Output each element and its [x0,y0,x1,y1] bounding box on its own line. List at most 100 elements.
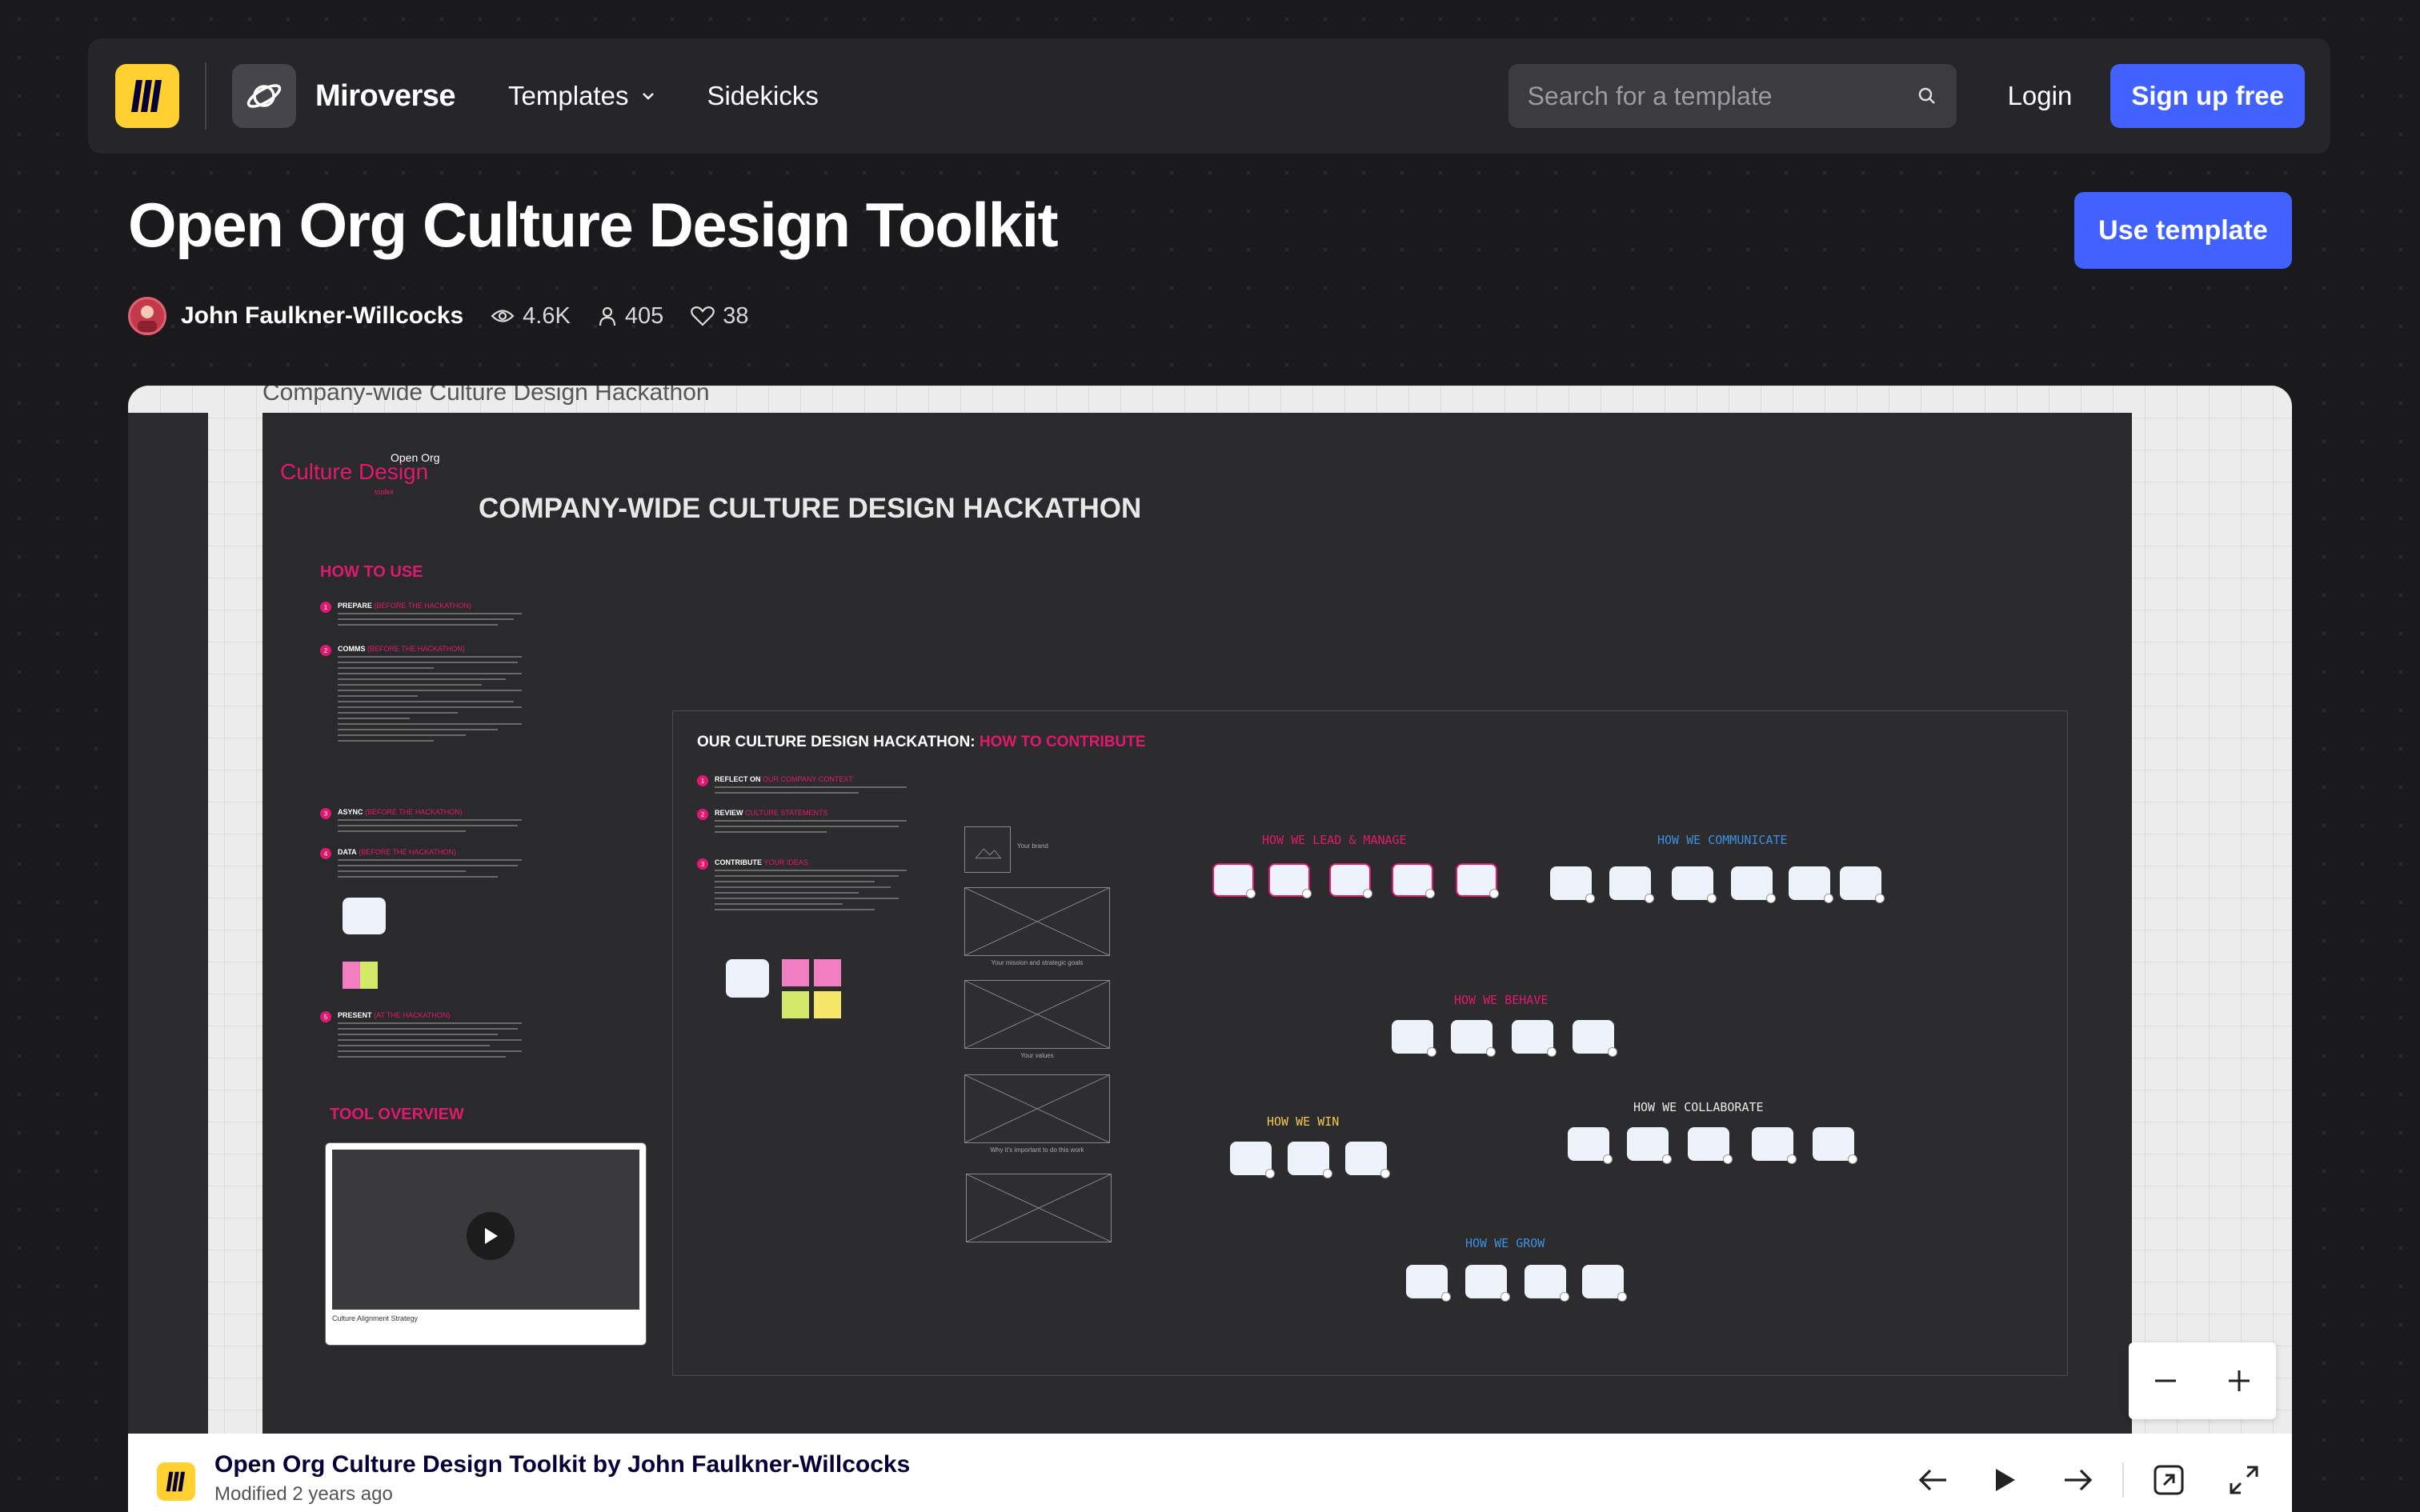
sticky-note[interactable] [1752,1127,1797,1164]
hackathon-frame[interactable]: Open Org Culture Design toolkit COMPANY-… [262,413,2132,1434]
contribute-title-hl: HOW TO CONTRIBUTE [979,734,1146,750]
extra-placeholder [966,1174,1112,1242]
sidekicks-link[interactable]: Sidekicks [707,81,818,111]
sticky-note[interactable] [1813,1127,1857,1164]
miro-logo-icon[interactable] [115,64,179,128]
sticky-note[interactable] [1329,863,1372,898]
step-highlight: YOUR IDEAS [763,858,808,866]
play-icon[interactable] [1993,1466,2018,1494]
sticky-note[interactable] [1840,866,1885,903]
sticky-note[interactable] [1456,863,1499,898]
board-preview[interactable]: Company-wide Culture Design Hackathon Op… [128,386,2292,1512]
sticky-note[interactable] [1465,1265,1510,1302]
author-name[interactable]: John Faulkner-Willcocks [181,302,463,330]
expand-icon[interactable] [2228,1464,2260,1496]
sticky-note[interactable] [1392,1020,1436,1057]
sticky-note[interactable] [1627,1127,1672,1164]
signup-button[interactable]: Sign up free [2110,64,2305,128]
heart-icon[interactable] [691,306,715,326]
brand-name[interactable]: Miroverse [315,79,456,114]
tool-overview-heading: TOOL OVERVIEW [330,1106,464,1123]
contribute-panel[interactable]: OUR CULTURE DESIGN HACKATHON: HOW TO CON… [672,710,2068,1376]
pink-sticky [814,959,841,986]
pink-sticky [782,959,809,986]
sidekicks-label: Sidekicks [707,81,819,110]
group-communicate-title: HOW WE COMMUNICATE [1657,833,1788,847]
footer-title: Open Org Culture Design Toolkit by John … [214,1451,911,1478]
step-highlight: (BEFORE THE HACKATHON) [365,808,463,816]
search-input[interactable] [1527,81,1896,111]
step-highlight: CULTURE STATEMENTS [745,809,828,817]
eye-icon [491,310,515,322]
avatar[interactable] [128,297,166,335]
likes-stat[interactable]: 38 [691,303,748,330]
step-number: 2 [320,645,331,656]
step-label: CONTRIBUTE [715,858,762,866]
template-meta: John Faulkner-Willcocks 4.6K 405 38 [128,296,748,336]
green-sticky [782,991,809,1018]
sticky-note[interactable] [1672,866,1717,903]
values-placeholder [964,980,1110,1049]
sticky-note[interactable] [1731,866,1776,903]
arrow-left-icon[interactable] [1917,1466,1949,1494]
group-grow-title: HOW WE GROW [1465,1236,1545,1250]
sticky-note[interactable] [1568,1127,1613,1164]
use-template-button[interactable]: Use template [2074,192,2292,269]
templates-label: Templates [508,81,629,110]
search-box[interactable] [1508,64,1957,128]
step-label: ASYNC [338,808,363,816]
step-5: 5 PRESENT (AT THE HACKATHON) [320,1011,536,1062]
step-highlight: OUR COMPANY CONTEXT [763,775,853,783]
sticky-note[interactable] [1525,1265,1569,1302]
sticky-note[interactable] [1406,1265,1451,1302]
example-stickies [343,962,378,989]
minus-icon[interactable] [2152,1367,2179,1394]
copies-count: 405 [624,302,664,329]
values-label: Your values [1020,1052,1054,1059]
sticky-note[interactable] [1789,866,1833,903]
board-footer: Open Org Culture Design Toolkit by John … [128,1434,2292,1512]
sticky-note[interactable] [1230,1142,1275,1178]
sticky-note[interactable] [1451,1020,1496,1057]
video-thumbnail [332,1150,639,1310]
step-label: COMMS [338,645,366,653]
board-frame-label: Company-wide Culture Design Hackathon [262,386,710,406]
video-embed[interactable]: Culture Alignment Strategy [325,1142,647,1346]
copies-stat: 405 [598,303,663,330]
step-highlight: (BEFORE THE HACKATHON) [374,602,472,610]
sticky-note[interactable] [1573,1020,1617,1057]
step-highlight: (AT THE HACKATHON) [374,1011,451,1019]
arrow-right-icon[interactable] [2061,1466,2093,1494]
sticky-note[interactable] [1268,863,1312,898]
sticky-note[interactable] [1212,863,1256,898]
sticky-note[interactable] [1609,866,1654,903]
external-link-icon[interactable] [2153,1464,2185,1496]
sticky-note[interactable] [1512,1020,1557,1057]
step-number: 1 [697,775,708,786]
step-label: REVIEW [715,809,743,817]
board-left-frame [128,413,208,1434]
step-label: REFLECT ON [715,775,761,783]
templates-menu[interactable]: Templates [508,81,657,111]
step-number: 3 [320,808,331,819]
step-number: 5 [320,1011,331,1022]
contribute-title: OUR CULTURE DESIGN HACKATHON: HOW TO CON… [697,734,1146,751]
plus-icon[interactable] [2226,1367,2253,1394]
sticky-note[interactable] [1288,1142,1332,1178]
sticky-note[interactable] [1582,1265,1627,1302]
sticky-note[interactable] [1345,1142,1390,1178]
sticky-note[interactable] [1392,863,1435,898]
toolkit-label: toolkit [375,488,394,496]
sticky-note[interactable] [1550,866,1595,903]
zoom-controls [2129,1342,2276,1419]
why-placeholder [964,1074,1110,1143]
play-icon[interactable] [467,1212,515,1260]
login-link[interactable]: Login [2008,81,2073,111]
sticky-note[interactable] [1688,1127,1733,1164]
mission-placeholder [964,887,1110,956]
search-icon[interactable] [1917,86,1937,106]
group-lead-title: HOW WE LEAD & MANAGE [1262,833,1407,847]
step-3: 3 ASYNC (BEFORE THE HACKATHON) [320,808,536,836]
miro-logo-icon [157,1462,195,1501]
planet-icon[interactable] [232,64,296,128]
